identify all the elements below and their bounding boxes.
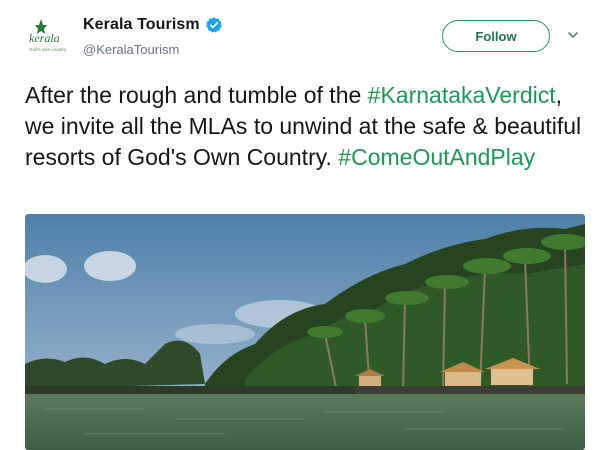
hashtag-link-karnatakaverdict[interactable]: #KarnatakaVerdict bbox=[368, 82, 556, 108]
tweet-media-photo[interactable] bbox=[25, 214, 585, 450]
kerala-tourism-logo: kerala God's own country bbox=[29, 19, 67, 52]
chevron-down-icon[interactable] bbox=[566, 28, 580, 42]
svg-text:God's own country: God's own country bbox=[29, 47, 67, 52]
tweet-header: kerala God's own country Kerala Tourism … bbox=[0, 0, 600, 70]
handle[interactable]: @KeralaTourism bbox=[83, 42, 179, 57]
svg-text:kerala: kerala bbox=[29, 31, 60, 45]
avatar[interactable]: kerala God's own country bbox=[23, 15, 79, 59]
backwater-palms-photo bbox=[25, 214, 585, 450]
follow-button[interactable]: Follow bbox=[442, 20, 550, 52]
name-row: Kerala Tourism bbox=[83, 16, 223, 34]
hashtag-link-comeoutandplay[interactable]: #ComeOutAndPlay bbox=[338, 144, 535, 170]
verified-badge-icon bbox=[205, 16, 223, 34]
tweet-card: kerala God's own country Kerala Tourism … bbox=[0, 0, 600, 450]
display-name[interactable]: Kerala Tourism bbox=[83, 16, 200, 34]
tweet-text: After the rough and tumble of the #Karna… bbox=[25, 80, 585, 173]
tweet-text-segment: After the rough and tumble of the bbox=[25, 82, 368, 108]
